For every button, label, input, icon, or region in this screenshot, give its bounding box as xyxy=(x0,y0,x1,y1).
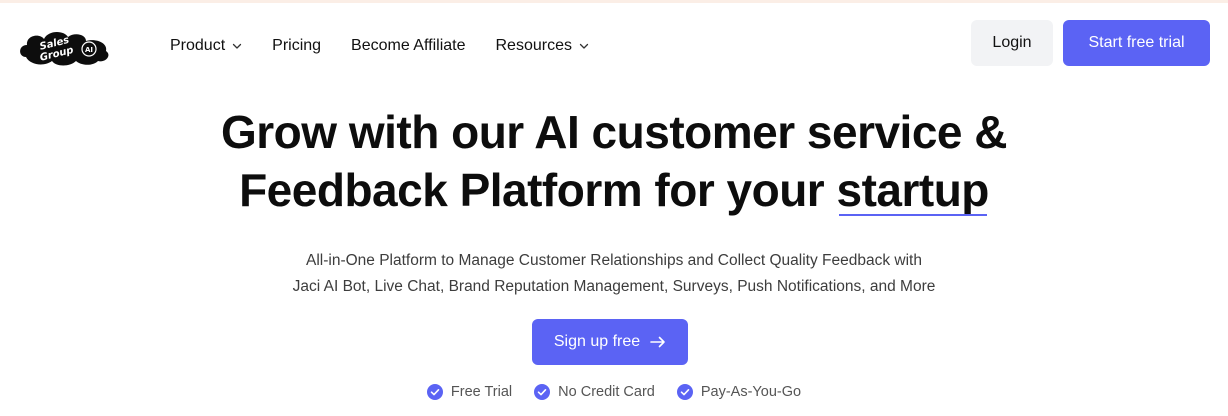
feature-list: Free Trial No Credit Card Pay-As-You-Go xyxy=(0,381,1228,403)
nav-item-product[interactable]: Product xyxy=(170,37,242,55)
hero-title: Grow with our AI customer service & Feed… xyxy=(0,103,1228,219)
feature-label: Free Trial xyxy=(450,384,513,400)
sales-group-ai-cloud-logo: Sales Group AI xyxy=(20,31,109,66)
nav-item-label: Product xyxy=(170,37,226,54)
nav-item-become-affiliate[interactable]: Become Affiliate xyxy=(351,37,465,55)
start-free-trial-button[interactable]: Start free trial xyxy=(1063,20,1210,66)
chevron-down-icon xyxy=(232,41,242,51)
login-button[interactable]: Login xyxy=(971,20,1053,66)
feature-no-credit-card: No Credit Card xyxy=(534,384,655,400)
nav-item-resources[interactable]: Resources xyxy=(495,37,589,55)
check-circle-icon xyxy=(534,384,551,400)
feature-label: No Credit Card xyxy=(558,384,655,400)
nav-item-label: Resources xyxy=(495,37,572,54)
hero-subtitle-line1: All-in-One Platform to Manage Customer R… xyxy=(306,252,922,269)
feature-label: Pay-As-You-Go xyxy=(700,384,802,400)
arrow-right-icon xyxy=(650,336,666,348)
feature-pay-as-you-go: Pay-As-You-Go xyxy=(676,384,802,400)
check-circle-icon xyxy=(676,384,693,400)
feature-free-trial: Free Trial xyxy=(426,384,513,400)
nav-item-label: Pricing xyxy=(272,37,322,54)
chevron-down-icon xyxy=(579,41,589,51)
site-header: Sales Group AI Product Pricing Become Af… xyxy=(0,3,1228,83)
hero-subtitle: All-in-One Platform to Manage Customer R… xyxy=(0,248,1228,300)
hero-title-highlight: startup xyxy=(837,161,989,219)
sign-up-free-label: Sign up free xyxy=(553,333,641,350)
hero-title-line2: Feedback Platform for your xyxy=(239,164,837,216)
main-nav: Product Pricing Become Affiliate Resourc… xyxy=(170,33,619,59)
logo-badge: AI xyxy=(85,46,93,54)
check-circle-icon xyxy=(426,384,443,400)
nav-item-pricing[interactable]: Pricing xyxy=(272,37,321,55)
hero-title-line1: Grow with our AI customer service & xyxy=(221,106,1008,158)
nav-item-label: Become Affiliate xyxy=(351,37,466,54)
hero-subtitle-line2: Jaci AI Bot, Live Chat, Brand Reputation… xyxy=(292,278,936,295)
sign-up-free-button[interactable]: Sign up free xyxy=(532,319,688,365)
brand-logo[interactable]: Sales Group AI xyxy=(18,27,112,67)
